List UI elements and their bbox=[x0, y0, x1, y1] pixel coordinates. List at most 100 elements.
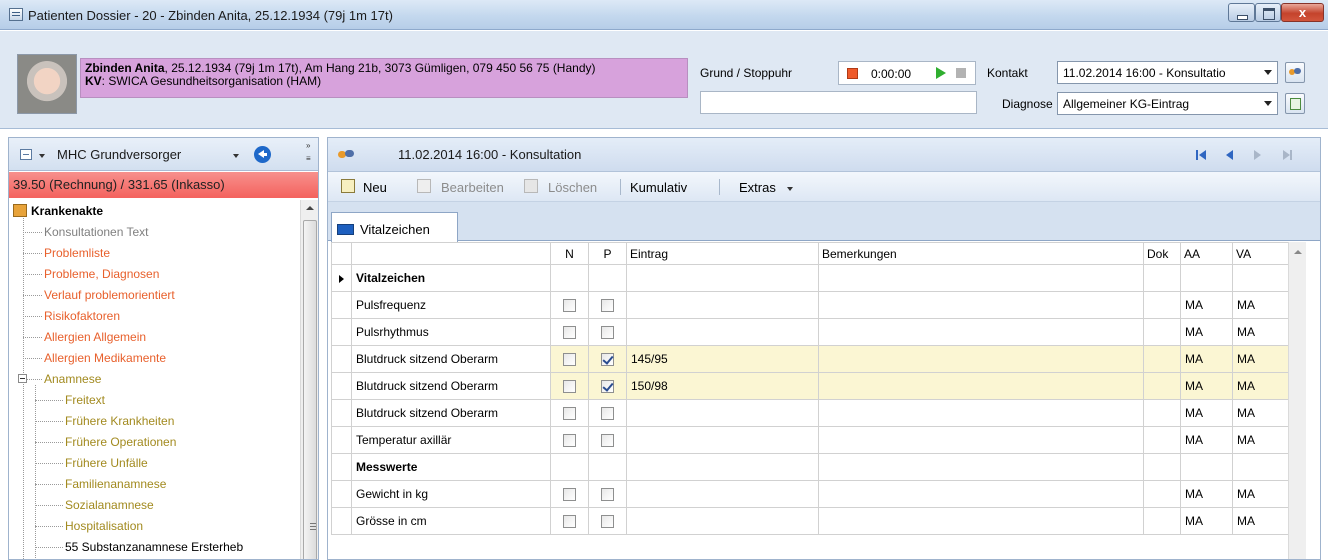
cell-bemerkungen[interactable] bbox=[818, 318, 1144, 346]
cell-bemerkungen[interactable] bbox=[818, 399, 1144, 427]
scroll-thumb[interactable] bbox=[303, 220, 317, 559]
table-row[interactable]: Temperatur axillär MA MA bbox=[331, 426, 1289, 454]
cell-dok[interactable] bbox=[1143, 264, 1181, 292]
tree-item[interactable]: Sozialanamnese bbox=[65, 498, 154, 512]
tree-scrollbar[interactable] bbox=[300, 200, 318, 559]
tree-item[interactable]: Frühere Operationen bbox=[65, 435, 176, 449]
kontakt-select[interactable]: 11.02.2014 16:00 - Konsultatio bbox=[1057, 61, 1278, 84]
grund-input[interactable] bbox=[700, 91, 977, 114]
cell-eintrag[interactable] bbox=[626, 399, 819, 427]
cell-eintrag[interactable] bbox=[626, 291, 819, 319]
title-bar[interactable]: Patienten Dossier - 20 - Zbinden Anita, … bbox=[0, 0, 1328, 30]
edit-icon[interactable] bbox=[417, 179, 431, 193]
chevron-down-icon[interactable] bbox=[39, 154, 45, 158]
row-selector[interactable] bbox=[331, 426, 352, 454]
checkbox-n[interactable] bbox=[563, 353, 576, 367]
row-selector[interactable] bbox=[331, 345, 352, 373]
column-header-dok[interactable]: Dok bbox=[1143, 242, 1181, 265]
tree-item[interactable]: 55 Substanzanamnese Ersterheb bbox=[65, 540, 243, 554]
scroll-up-icon[interactable] bbox=[306, 206, 314, 210]
tree-item[interactable]: Problemliste bbox=[44, 246, 110, 260]
cumulative-button[interactable]: Kumulativ bbox=[630, 180, 687, 195]
checkbox-n[interactable] bbox=[563, 515, 576, 529]
tree-item[interactable]: Frühere Unfälle bbox=[65, 456, 148, 470]
edit-button[interactable]: Bearbeiten bbox=[441, 180, 504, 195]
column-header-va[interactable]: VA bbox=[1232, 242, 1289, 265]
checkbox-p[interactable] bbox=[601, 380, 614, 394]
collapse-toggle-icon[interactable] bbox=[18, 374, 27, 383]
tree-item[interactable]: Probleme, Diagnosen bbox=[44, 267, 159, 281]
back-icon[interactable] bbox=[254, 146, 271, 163]
first-record-icon[interactable] bbox=[1199, 150, 1206, 160]
checkbox-n[interactable] bbox=[563, 326, 576, 340]
table-row[interactable]: Blutdruck sitzend Oberarm 145/95 MA MA bbox=[331, 345, 1289, 373]
cell-bemerkungen[interactable] bbox=[818, 345, 1144, 373]
chevron-down-icon[interactable] bbox=[233, 154, 239, 158]
checkbox-n[interactable] bbox=[563, 407, 576, 421]
collapse-panel-button[interactable]: » ≡ bbox=[301, 138, 318, 171]
delete-icon[interactable] bbox=[524, 179, 538, 193]
table-row[interactable]: Blutdruck sitzend Oberarm 150/98 MA MA bbox=[331, 372, 1289, 400]
checkbox-p[interactable] bbox=[601, 326, 614, 340]
tree-item[interactable]: Konsultationen Text bbox=[44, 225, 149, 239]
view-icon[interactable] bbox=[20, 149, 32, 160]
tree-item[interactable]: Hospitalisation bbox=[65, 519, 143, 533]
table-row[interactable]: Grösse in cm MA MA bbox=[331, 507, 1289, 535]
cell-dok[interactable] bbox=[1143, 399, 1181, 427]
invoice-summary[interactable]: 39.50 (Rechnung) / 331.65 (Inkasso) bbox=[9, 172, 318, 198]
checkbox-p[interactable] bbox=[601, 353, 614, 367]
column-header-label[interactable] bbox=[351, 242, 551, 265]
checkbox-p[interactable] bbox=[601, 407, 614, 421]
cell-bemerkungen[interactable] bbox=[818, 291, 1144, 319]
grid-scrollbar[interactable] bbox=[1288, 242, 1306, 559]
table-row[interactable]: Messwerte bbox=[331, 453, 1289, 481]
delete-button[interactable]: Löschen bbox=[548, 180, 597, 195]
diagnose-select[interactable]: Allgemeiner KG-Eintrag bbox=[1057, 92, 1278, 115]
cell-eintrag[interactable] bbox=[626, 318, 819, 346]
tree-item[interactable]: Risikofaktoren bbox=[44, 309, 120, 323]
table-row[interactable]: Vitalzeichen bbox=[331, 264, 1289, 292]
column-header-aa[interactable]: AA bbox=[1180, 242, 1233, 265]
column-header-n[interactable]: N bbox=[550, 242, 589, 265]
view-selector[interactable]: MHC Grundversorger bbox=[57, 147, 181, 162]
tree-item[interactable]: Allergien Medikamente bbox=[44, 351, 166, 365]
minimize-button[interactable] bbox=[1228, 3, 1255, 22]
record-icon[interactable] bbox=[847, 68, 858, 79]
column-header-bemerkungen[interactable]: Bemerkungen bbox=[818, 242, 1144, 265]
column-header-p[interactable]: P bbox=[588, 242, 627, 265]
tree-item[interactable]: Familienanamnese bbox=[65, 477, 166, 491]
cell-eintrag[interactable] bbox=[626, 480, 819, 508]
tab-vitalzeichen[interactable]: Vitalzeichen bbox=[331, 212, 458, 242]
table-row[interactable]: Gewicht in kg MA MA bbox=[331, 480, 1289, 508]
checkbox-p[interactable] bbox=[601, 434, 614, 448]
row-selector[interactable] bbox=[331, 264, 352, 292]
cell-eintrag[interactable] bbox=[626, 453, 819, 481]
cell-eintrag[interactable]: 145/95 bbox=[626, 345, 819, 373]
row-selector[interactable] bbox=[331, 399, 352, 427]
tree-item[interactable]: Verlauf problemorientiert bbox=[44, 288, 175, 302]
checkbox-p[interactable] bbox=[601, 515, 614, 529]
stop-icon[interactable] bbox=[956, 68, 966, 78]
tree-item[interactable]: Anamnese bbox=[44, 372, 101, 386]
new-button[interactable]: Neu bbox=[363, 180, 387, 195]
cell-dok[interactable] bbox=[1143, 480, 1181, 508]
cell-bemerkungen[interactable] bbox=[818, 372, 1144, 400]
row-selector[interactable] bbox=[331, 372, 352, 400]
cell-bemerkungen[interactable] bbox=[818, 264, 1144, 292]
next-record-icon[interactable] bbox=[1254, 150, 1261, 160]
row-selector[interactable] bbox=[331, 453, 352, 481]
close-button[interactable]: x bbox=[1281, 3, 1324, 22]
previous-record-icon[interactable] bbox=[1226, 150, 1233, 160]
tree-item[interactable]: Krankenakte bbox=[31, 204, 103, 218]
cell-eintrag[interactable] bbox=[626, 426, 819, 454]
cell-dok[interactable] bbox=[1143, 507, 1181, 535]
cell-dok[interactable] bbox=[1143, 372, 1181, 400]
tree-item[interactable]: Allergien Allgemein bbox=[44, 330, 146, 344]
chevron-down-icon[interactable] bbox=[787, 187, 793, 191]
tree-item[interactable]: Freitext bbox=[65, 393, 105, 407]
column-header-eintrag[interactable]: Eintrag bbox=[626, 242, 819, 265]
table-row[interactable]: Pulsrhythmus MA MA bbox=[331, 318, 1289, 346]
cell-bemerkungen[interactable] bbox=[818, 507, 1144, 535]
table-row[interactable]: Blutdruck sitzend Oberarm MA MA bbox=[331, 399, 1289, 427]
checkbox-n[interactable] bbox=[563, 299, 576, 313]
